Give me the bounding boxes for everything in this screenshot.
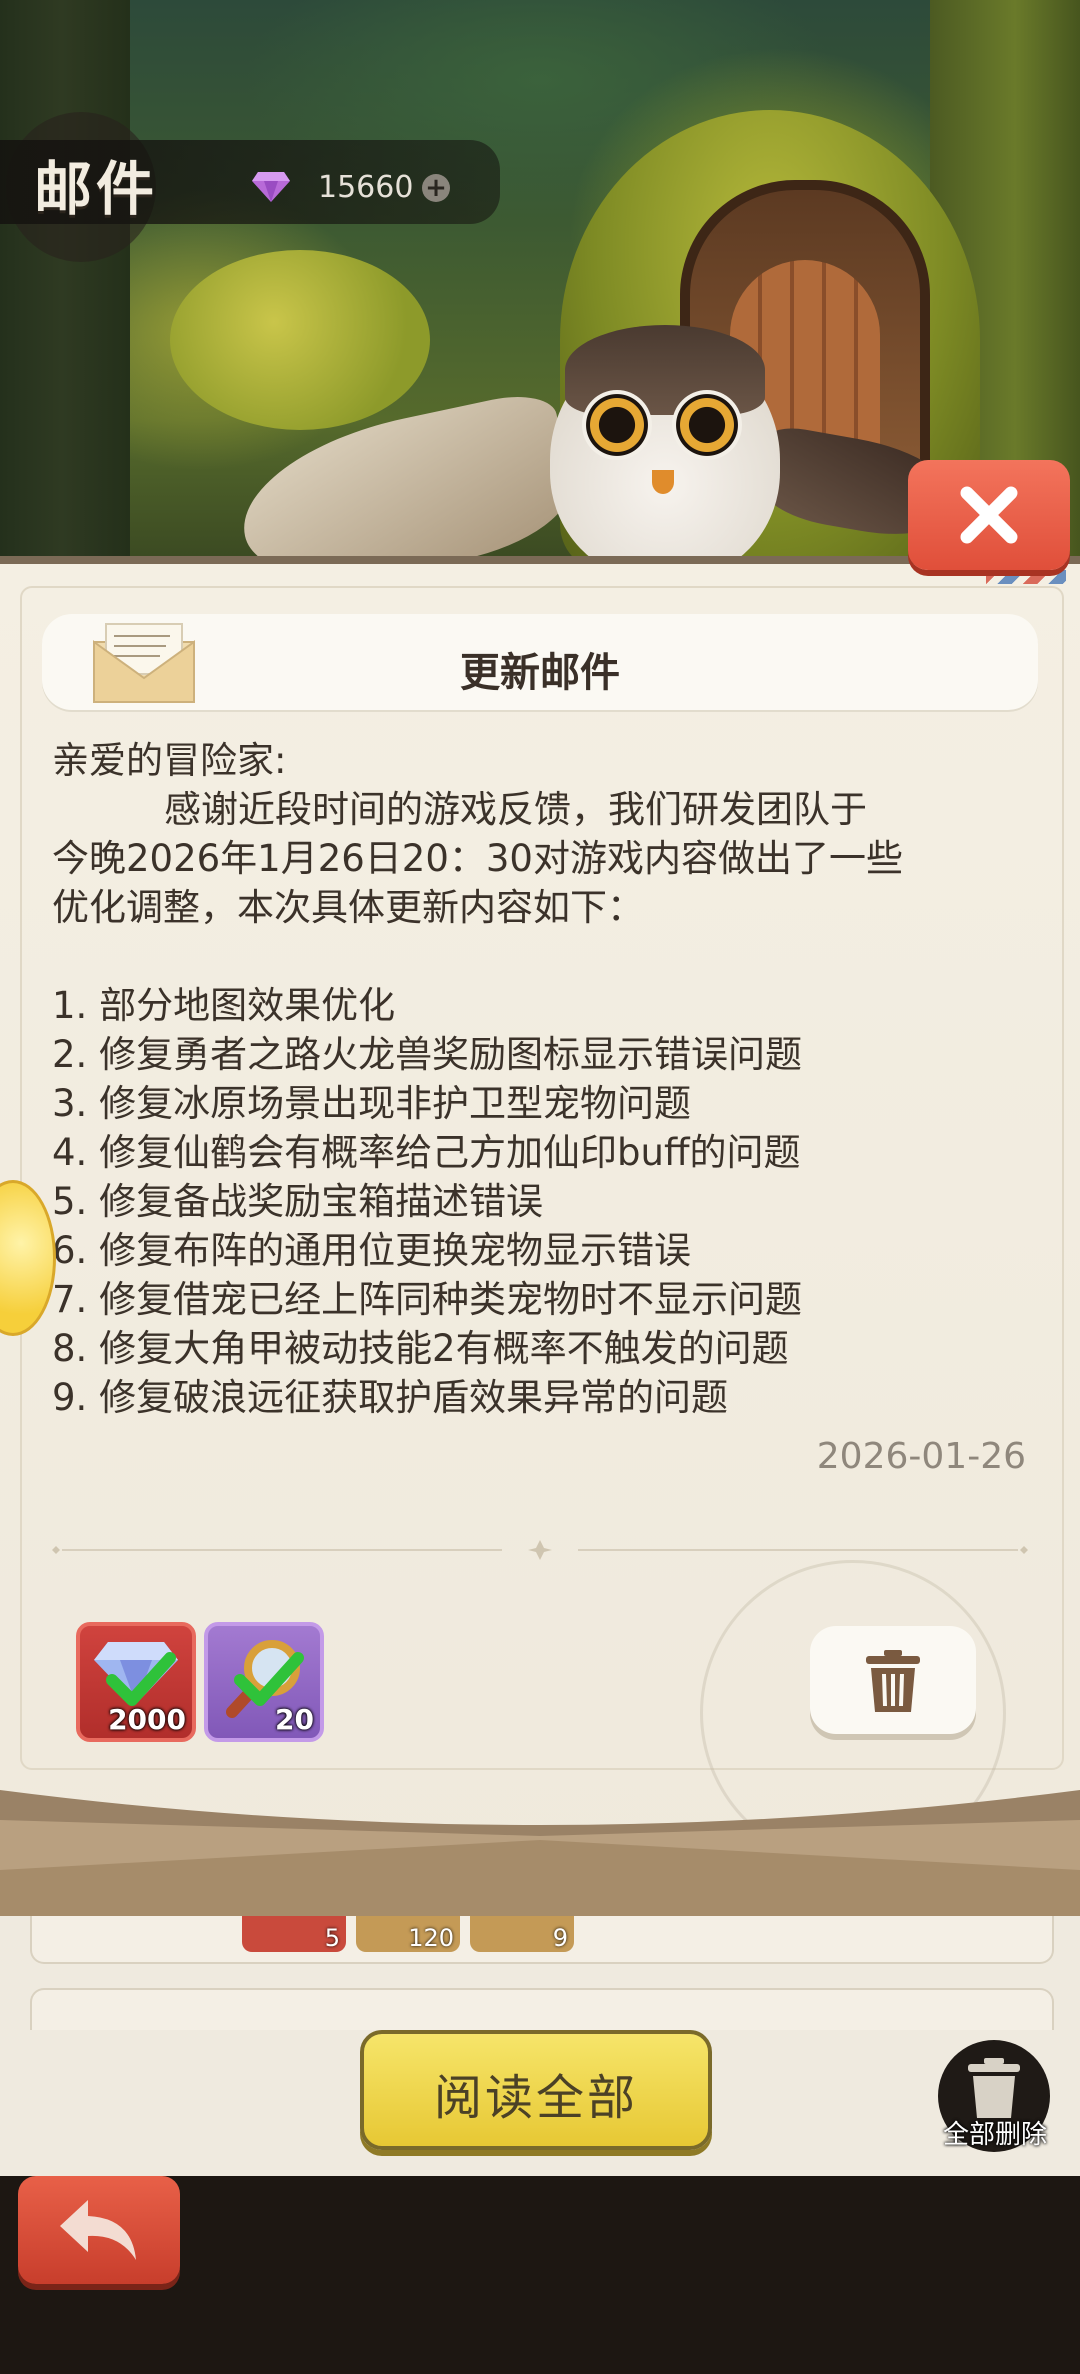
add-diamonds-button[interactable]: + [422, 174, 450, 202]
page-title: 邮件 [34, 155, 159, 223]
list-reward-item: 9 [470, 1916, 574, 1952]
update-list-item: 4. 修复仙鹤会有概率给己方加仙印buff的问题 [52, 1131, 801, 1174]
reward-diamond[interactable]: 2000 [76, 1622, 196, 1742]
back-arrow-icon [60, 2200, 136, 2260]
list-reward-item: 5 [242, 1916, 346, 1952]
read-all-button[interactable]: 阅读全部 [360, 2030, 712, 2150]
update-list-item: 9. 修复破浪远征获取护盾效果异常的问题 [52, 1376, 729, 1419]
claimed-check-icon [234, 1652, 304, 1706]
update-list-item: 8. 修复大角甲被动技能2有概率不触发的问题 [52, 1327, 789, 1370]
mail-paragraph: 优化调整，本次具体更新内容如下： [52, 886, 644, 929]
bush [170, 250, 430, 430]
mail-body: 亲爱的冒险家: 感谢近段时间的游戏反馈，我们研发团队于 今晚2026年1月26日… [52, 736, 1042, 1422]
update-list-item: 5. 修复备战奖励宝箱描述错误 [52, 1180, 544, 1223]
close-button[interactable] [908, 460, 1070, 570]
delete-mail-button[interactable] [810, 1626, 976, 1734]
close-icon [960, 486, 1018, 544]
update-list-item: 1. 部分地图效果优化 [52, 984, 396, 1027]
tree-trunk-left [0, 0, 130, 560]
ornament-divider [52, 1540, 1028, 1560]
trash-icon [968, 2058, 1020, 2118]
mail-greeting: 亲爱的冒险家: [52, 739, 287, 782]
owl-eye-left [582, 390, 652, 460]
read-all-label: 阅读全部 [433, 2070, 638, 2126]
reward-quantity: 2000 [108, 1703, 186, 1736]
update-list-item: 6. 修复布阵的通用位更换宠物显示错误 [52, 1229, 692, 1272]
update-list-item: 2. 修复勇者之路火龙兽奖励图标显示错误问题 [52, 1033, 803, 1076]
claimed-check-icon [106, 1652, 176, 1706]
mail-paragraph: 感谢近段时间的游戏反馈，我们研发团队于 [164, 788, 867, 831]
reward-quantity: 20 [275, 1703, 314, 1736]
update-list-item: 7. 修复借宠已经上阵同种类宠物时不显示问题 [52, 1278, 803, 1321]
trash-icon [866, 1650, 920, 1712]
update-list-item: 3. 修复冰原场景出现非护卫型宠物问题 [52, 1082, 692, 1125]
diamond-count: 15660 [318, 170, 414, 205]
airmail-stripe-decoration [986, 570, 1066, 584]
mail-date: 2026-01-26 [816, 1436, 1026, 1477]
mail-subject: 更新邮件 [460, 650, 620, 696]
owl-eye-right [672, 390, 742, 460]
mail-paragraph: 今晚2026年1月26日20：30对游戏内容做出了一些 [52, 837, 903, 880]
owl-beak [652, 470, 674, 494]
delete-all-label: 全部删除 [942, 2120, 1047, 2150]
reward-magnifier[interactable]: 20 [204, 1622, 324, 1742]
list-reward-item: 120 [356, 1916, 460, 1952]
mail-list-item[interactable] [30, 1988, 1054, 2030]
diamond-currency-icon [252, 172, 290, 202]
envelope-flap-decoration [0, 1790, 1080, 1920]
back-button[interactable] [18, 2176, 180, 2284]
